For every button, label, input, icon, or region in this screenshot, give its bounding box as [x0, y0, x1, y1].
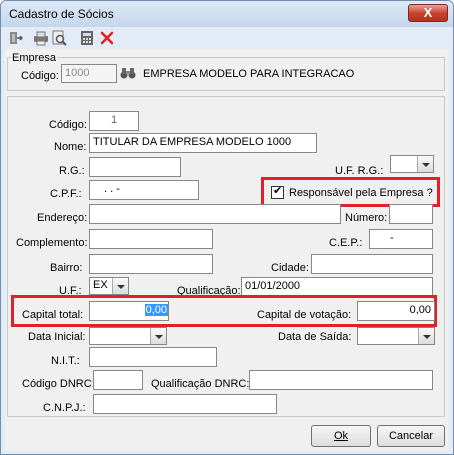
nit-field[interactable]	[89, 347, 217, 367]
cancel-button[interactable]: Cancelar	[377, 425, 445, 447]
rg-field[interactable]	[89, 157, 181, 177]
endereco-field[interactable]	[89, 204, 341, 224]
chevron-down-icon[interactable]	[112, 278, 128, 294]
qualificacao-dnrc-field[interactable]	[249, 370, 433, 390]
dialog-window: Cadastro de Sócios X Empresa Código: 100…	[0, 0, 454, 455]
calculator-icon[interactable]	[79, 30, 95, 46]
endereco-label: Endereço:	[37, 212, 88, 224]
empresa-codigo-label: Código:	[21, 70, 59, 82]
nit-label: N.I.T.:	[51, 355, 80, 367]
data-inicial-select[interactable]	[89, 327, 167, 345]
cancel-button-label: Cancelar	[388, 430, 434, 442]
data-saida-label: Data de Saída:	[278, 331, 352, 343]
uf-rg-label: U.F. R.G.:	[335, 165, 384, 177]
uf-select[interactable]: EX	[89, 277, 129, 295]
qualificacao-field[interactable]: 01/01/2000	[241, 277, 433, 297]
chevron-down-icon[interactable]	[418, 328, 434, 344]
bairro-field[interactable]	[89, 254, 213, 274]
cidade-field[interactable]	[311, 254, 433, 274]
responsavel-label: Responsável pela Empresa ?	[289, 187, 433, 199]
nome-field[interactable]: TITULAR DA EMPRESA MODELO 1000	[89, 133, 317, 153]
window-title: Cadastro de Sócios	[9, 7, 114, 21]
empresa-group-label: Empresa	[11, 52, 58, 64]
cnpj-field[interactable]	[93, 394, 277, 414]
cpf-label: C.P.F.:	[50, 188, 82, 200]
chevron-down-icon[interactable]	[417, 156, 433, 172]
cnpj-label: C.N.P.J.:	[43, 402, 86, 414]
capital-total-value: 0,00	[144, 304, 168, 316]
cep-field[interactable]: -	[369, 229, 433, 249]
uf-rg-select[interactable]	[390, 155, 434, 173]
chevron-down-icon[interactable]	[150, 328, 166, 344]
capital-votacao-field[interactable]: 0,00	[357, 301, 435, 321]
capital-votacao-label: Capital de votação:	[257, 309, 352, 321]
numero-label: Número:	[345, 212, 388, 224]
capital-total-label: Capital total:	[22, 309, 84, 321]
client-area: Empresa Código: 1000 EMPRESA MODELO PARA…	[5, 49, 449, 451]
uf-value: EX	[93, 279, 108, 291]
codigo-field[interactable]: 1	[89, 111, 139, 131]
empresa-name: EMPRESA MODELO PARA INTEGRACAO	[143, 68, 355, 80]
rg-label: R.G.:	[59, 165, 85, 177]
codigo-label: Código:	[49, 119, 87, 131]
data-saida-select[interactable]	[357, 327, 435, 345]
exit-icon[interactable]	[7, 30, 23, 46]
close-button[interactable]: X	[408, 4, 448, 22]
nome-label: Nome:	[54, 141, 87, 153]
binoculars-icon[interactable]	[120, 66, 136, 80]
cep-label: C.E.P.:	[329, 237, 363, 249]
numero-field[interactable]	[389, 204, 433, 224]
capital-total-field[interactable]: 0,00	[89, 301, 169, 321]
qualificacao-dnrc-label: Qualificação DNRC:	[151, 378, 250, 390]
title-bar: Cadastro de Sócios X	[1, 1, 453, 27]
toolbar	[5, 28, 449, 48]
bairro-label: Bairro:	[50, 262, 83, 274]
ok-button[interactable]: Ok	[311, 425, 371, 447]
cidade-label: Cidade:	[271, 262, 309, 274]
empresa-codigo-field[interactable]: 1000	[61, 64, 117, 83]
complemento-field[interactable]	[89, 229, 213, 249]
cpf-field[interactable]: . . -	[89, 180, 199, 200]
preview-icon[interactable]	[51, 30, 67, 46]
codigo-dnrc-label: Código DNRC:	[22, 378, 95, 390]
print-icon[interactable]	[33, 30, 49, 46]
delete-icon[interactable]	[99, 30, 115, 46]
data-inicial-label: Data Inicial:	[28, 331, 86, 343]
responsavel-checkbox[interactable]	[271, 184, 284, 199]
complemento-label: Complemento:	[16, 237, 88, 249]
codigo-dnrc-field[interactable]	[93, 370, 143, 390]
ok-button-label: Ok	[333, 430, 349, 442]
